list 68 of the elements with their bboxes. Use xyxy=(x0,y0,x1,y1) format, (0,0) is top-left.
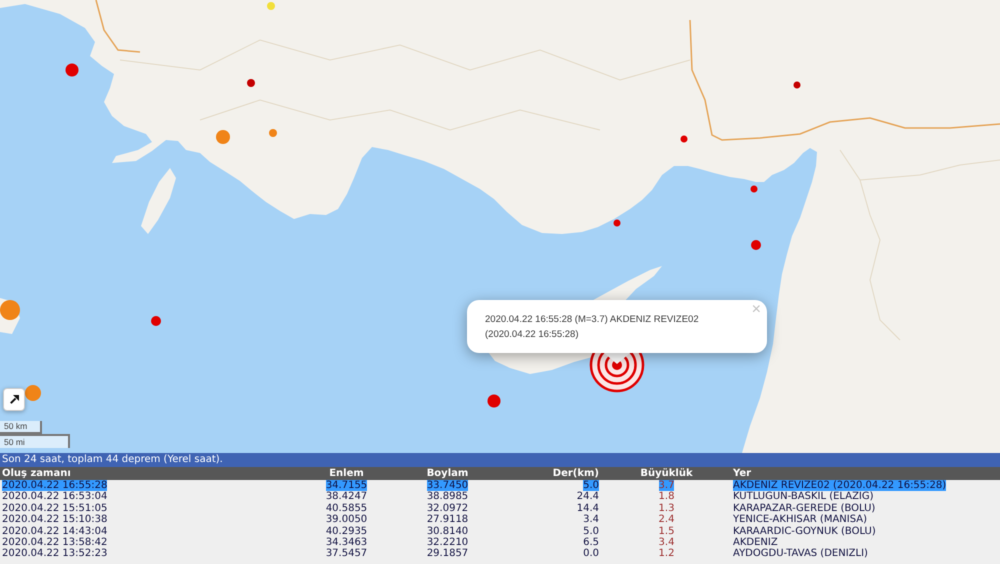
marker-icon[interactable] xyxy=(247,79,255,87)
table-cell: 1.5 xyxy=(658,526,674,537)
marker-icon[interactable] xyxy=(751,240,761,250)
table-cell: 2020.04.22 16:53:04 xyxy=(2,491,108,502)
table-cell: 3.4 xyxy=(658,536,674,548)
table-cell: 1.8 xyxy=(658,491,674,502)
column-header: Der(km) xyxy=(552,468,599,479)
scale-bar: 50 km xyxy=(0,421,42,434)
table-cell: AKDENIZ REVIZE02 (2020.04.22 16:55:28) xyxy=(733,480,946,491)
table-cell: 2.4 xyxy=(658,514,674,526)
table-cell: 3.7 xyxy=(658,480,674,491)
table-cell: KARAPAZAR-GEREDE (BOLU) xyxy=(733,502,876,514)
table-cell: 34.3463 xyxy=(326,536,368,548)
table-cell: 1.2 xyxy=(658,548,674,560)
table-cell: 33.7450 xyxy=(426,480,468,491)
marker-icon[interactable] xyxy=(680,136,688,142)
fullscreen-button[interactable] xyxy=(3,388,25,411)
table-cell: 32.0972 xyxy=(426,502,468,514)
marker-icon[interactable] xyxy=(488,394,500,408)
marker-icon[interactable] xyxy=(269,129,277,137)
table-cell: 37.5457 xyxy=(326,548,368,560)
table-cell: KARAARDIC-GOYNUK (BOLU) xyxy=(733,526,876,537)
marker-icon[interactable] xyxy=(750,186,758,192)
column-header: Enlem xyxy=(329,468,364,479)
marker-icon[interactable] xyxy=(216,130,230,144)
table-cell: 14.4 xyxy=(576,502,599,514)
table-cell: 24.4 xyxy=(576,491,599,502)
table-cell: KUTLUGUN-BASKIL (ELAZIG) xyxy=(733,491,874,502)
table-caption: Son 24 saat, toplam 44 deprem (Yerel saat). xyxy=(0,453,1000,467)
table-cell: 2020.04.22 13:58:42 xyxy=(2,536,108,548)
marker-icon[interactable] xyxy=(0,300,20,320)
table-cell: 2020.04.22 16:55:28 xyxy=(2,480,108,491)
marker-icon[interactable] xyxy=(267,2,275,10)
popup-text: 2020.04.22 16:55:28 (M=3.7) AKDENIZ REVIZE02 (2020.04.22 16:55:28) xyxy=(485,313,700,342)
table-cell: 5.0 xyxy=(583,526,599,537)
table-cell: 1.3 xyxy=(658,502,674,514)
table-cell: 2020.04.22 13:52:23 xyxy=(2,548,108,560)
table-cell: 32.2210 xyxy=(426,536,468,548)
marker-icon[interactable] xyxy=(25,385,41,401)
table-cell: 6.5 xyxy=(583,536,599,548)
table-cell: 29.1857 xyxy=(426,548,468,560)
table-cell: 5.0 xyxy=(583,480,599,491)
table-cell: 2020.04.22 14:43:04 xyxy=(2,526,108,537)
column-header: Büyüklük xyxy=(640,468,693,479)
table-cell: 2020.04.22 15:10:38 xyxy=(2,514,108,526)
scale-bar: 50 mi xyxy=(0,434,70,448)
table-cell: AKDENIZ xyxy=(733,536,778,548)
table-cell: 39.0050 xyxy=(326,514,368,526)
marker-icon[interactable] xyxy=(66,64,78,76)
arrow-icon xyxy=(10,395,18,404)
table-cell: AYDOGDU-TAVAS (DENIZLI) xyxy=(733,548,868,560)
table-cell: YENICE-AKHISAR (MANISA) xyxy=(733,514,867,526)
column-header: Boylam xyxy=(426,468,468,479)
table-cell: 0.0 xyxy=(583,548,599,560)
table-cell: 34.7155 xyxy=(326,480,368,491)
table-cell: 38.4247 xyxy=(326,491,368,502)
marker-icon[interactable] xyxy=(614,220,620,226)
table-cell: 40.5855 xyxy=(326,502,368,514)
table-cell: 30.8140 xyxy=(426,526,468,537)
marker-icon[interactable] xyxy=(794,82,800,88)
table-cell: 38.8985 xyxy=(426,491,468,502)
table-cell: 40.2935 xyxy=(326,526,368,537)
table-cell: 2020.04.22 15:51:05 xyxy=(2,502,108,514)
table-cell: 3.4 xyxy=(583,514,599,526)
marker-icon[interactable] xyxy=(151,316,161,326)
column-header: Oluş zamanı xyxy=(2,468,71,479)
column-header: Yer xyxy=(733,468,752,479)
table-cell: 27.9118 xyxy=(426,514,468,526)
